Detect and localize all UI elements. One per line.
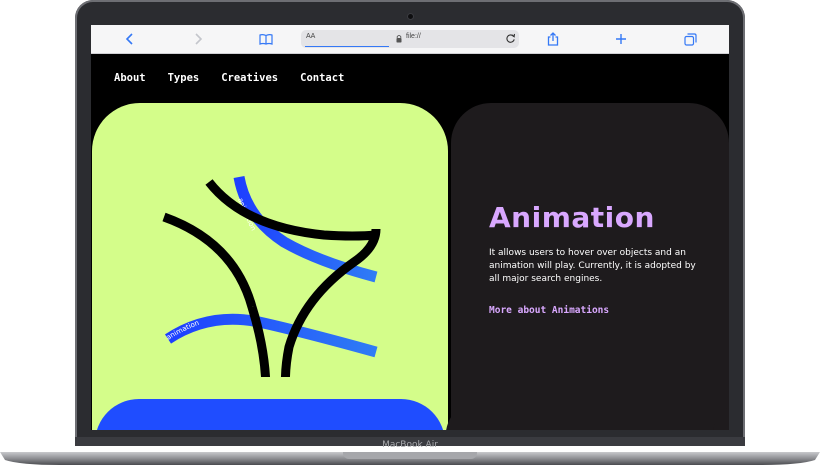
site-nav: About Types Creatives Contact: [114, 72, 366, 86]
chevron-right-icon[interactable]: [188, 29, 208, 49]
browser-toolbar: AA file://: [91, 25, 729, 54]
laptop-notch: [343, 452, 477, 459]
plus-icon[interactable]: [611, 29, 631, 49]
tabs-icon[interactable]: [680, 29, 700, 49]
book-icon[interactable]: [256, 29, 276, 49]
reader-mode-button[interactable]: AA: [306, 33, 315, 40]
decorative-wedge-left: [446, 407, 460, 430]
nav-contact[interactable]: Contact: [300, 72, 344, 86]
hero-image-card: animation animation: [92, 103, 448, 430]
lock-icon: [396, 34, 402, 43]
address-underline: [305, 46, 389, 47]
share-icon[interactable]: [543, 29, 563, 49]
hero-description: It allows users to hover over objects an…: [489, 248, 696, 284]
chevron-left-icon[interactable]: [120, 29, 140, 49]
nav-creatives[interactable]: Creatives: [221, 72, 278, 86]
device-model-label: MacBook Air: [382, 440, 438, 450]
decorative-blue-shape: [95, 399, 445, 430]
hero-illustration: animation animation: [162, 175, 381, 377]
reload-icon[interactable]: [505, 33, 516, 44]
more-about-link[interactable]: More about Animations: [489, 305, 609, 316]
address-url[interactable]: file://: [406, 33, 421, 40]
nav-about[interactable]: About: [114, 72, 146, 86]
address-bar[interactable]: AA file://: [301, 30, 519, 48]
decorative-wedge-right: [713, 407, 729, 430]
hero-title: Animation: [489, 201, 655, 234]
camera-icon: [408, 14, 413, 19]
nav-types[interactable]: Types: [168, 72, 200, 86]
screen: AA file:// About Types Creatives Contact: [91, 25, 729, 430]
